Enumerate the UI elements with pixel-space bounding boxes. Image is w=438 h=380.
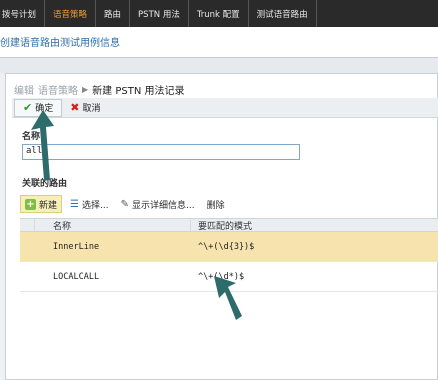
edit-panel: 编辑 语音策略 ▶ 新建 PSTN 用法记录 ✔ 确定 ✖ 取消 名称 all … [5,73,438,380]
top-navigation: 拨号计划 语音策略 路由 PSTN 用法 Trunk 配置 测试语音路由 [0,0,438,27]
routes-grid: 名称 要匹配的模式 InnerLine ^\+(\d{3})$ LOCALCAL… [20,218,438,292]
name-label: 名称 [22,132,41,142]
delete-route-button[interactable]: 删除 [203,195,229,213]
header-title[interactable]: 创建语音路由测试用例信息 [0,34,120,49]
route-name-cell: LOCALCALL [53,271,100,282]
delete-route-label: 删除 [206,200,225,211]
check-icon: ✔ [23,101,33,114]
chevron-right-icon: ▶ [82,85,89,94]
column-header-name[interactable]: 名称 [53,219,71,232]
show-details-label: 显示详细信息... [131,200,195,211]
tab-voice-policy[interactable]: 语音策略 [45,0,97,27]
route-pattern-cell: ^\+(\d{3})$ [198,241,255,252]
column-divider [190,219,191,231]
new-route-label: 新建 [39,200,58,211]
plus-icon: + [25,198,36,210]
breadcrumb-current: 新建 PSTN 用法记录 [92,86,185,97]
tab-pstn-usage[interactable]: PSTN 用法 [130,0,189,27]
cancel-button[interactable]: ✖ 取消 [62,99,108,117]
grid-header-row: 名称 要匹配的模式 [20,218,438,232]
new-route-button[interactable]: + 新建 [20,195,63,213]
select-route-label: 选择... [81,200,109,211]
table-row[interactable]: InnerLine ^\+(\d{3})$ [20,232,438,262]
page-header: 创建语音路由测试用例信息 [0,27,438,58]
show-details-button[interactable]: ✎ 显示详细信息... [117,195,199,213]
select-list-icon: ☰ [70,198,79,210]
cancel-button-label: 取消 [82,104,101,114]
column-header-pattern[interactable]: 要匹配的模式 [198,219,252,232]
route-pattern-cell: ^\+(\d*)$ [198,271,245,282]
tab-dial-plan[interactable]: 拨号计划 [0,0,46,27]
select-route-button[interactable]: ☰ 选择... [66,195,113,213]
routes-toolbar: + 新建 ☰ 选择... ✎ 显示详细信息... 删除 [20,194,438,214]
breadcrumb-item-edit[interactable]: 编辑 [14,82,34,97]
close-icon: ✖ [70,101,80,114]
associated-routes-label: 关联的路由 [22,179,68,189]
route-name-cell: InnerLine [53,241,100,252]
name-input[interactable]: all [22,144,300,160]
header-gap [0,58,438,73]
ok-button[interactable]: ✔ 确定 [14,98,63,117]
column-divider [34,219,35,231]
ok-button-label: 确定 [35,104,54,114]
row-marker [20,262,34,291]
pencil-icon: ✎ [120,198,129,210]
table-row[interactable]: LOCALCALL ^\+(\d*)$ [20,262,438,292]
tab-trunk-config[interactable]: Trunk 配置 [189,0,249,27]
breadcrumb-item-voice-policy[interactable]: 语音策略 [38,82,78,97]
breadcrumb: 编辑 语音策略 ▶ 新建 PSTN 用法记录 [14,82,184,97]
row-marker [20,232,34,261]
action-toolbar: ✔ 确定 ✖ 取消 [12,98,438,118]
tab-route[interactable]: 路由 [96,0,131,27]
tab-test-voice-route[interactable]: 测试语音路由 [249,0,317,27]
